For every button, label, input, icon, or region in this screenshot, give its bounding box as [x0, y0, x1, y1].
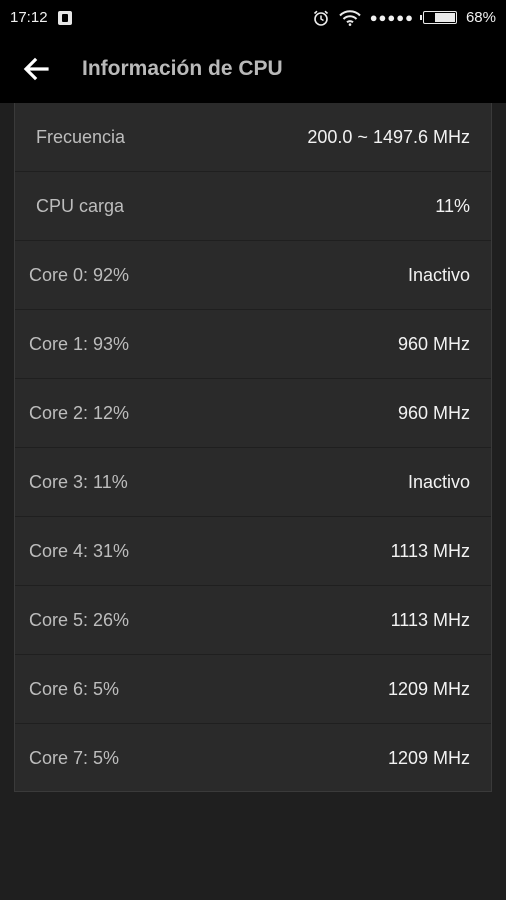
- battery-percent: 68%: [465, 9, 496, 26]
- arrow-left-icon: [23, 57, 49, 81]
- core-row: Core 5: 26% 1113 MHz: [15, 586, 491, 655]
- app-bar: Información de CPU: [0, 35, 506, 103]
- core-label: Core 6: 5%: [29, 678, 120, 699]
- cpu-load-label: CPU carga: [36, 195, 125, 216]
- battery-icon: [419, 11, 457, 24]
- wifi-icon: [338, 9, 361, 26]
- cpu-load-value: 11%: [435, 195, 470, 216]
- status-bar-left: 17:12: [10, 9, 72, 26]
- core-label: Core 3: 11%: [29, 471, 128, 492]
- core-row: Core 0: 92% Inactivo: [15, 241, 491, 310]
- frequency-value: 200.0 ~ 1497.6 MHz: [307, 126, 470, 147]
- core-label: Core 5: 26%: [29, 609, 130, 630]
- core-row: Core 7: 5% 1209 MHz: [15, 724, 491, 793]
- core-row: Core 4: 31% 1113 MHz: [15, 517, 491, 586]
- frequency-label: Frecuencia: [36, 126, 126, 147]
- status-bar-right: ●●●●● 68%: [312, 9, 496, 27]
- core-row: Core 3: 11% Inactivo: [15, 448, 491, 517]
- cpu-load-row: CPU carga 11%: [15, 172, 491, 241]
- core-value: Inactivo: [407, 264, 470, 285]
- page-title: Información de CPU: [82, 57, 283, 80]
- core-value: 1113 MHz: [390, 540, 470, 561]
- core-row: Core 2: 12% 960 MHz: [15, 379, 491, 448]
- status-bar: 17:12 ●●●●● 68%: [0, 0, 506, 35]
- status-time: 17:12: [10, 9, 48, 26]
- core-value: 1209 MHz: [387, 678, 470, 699]
- cpu-info-card: Frecuencia 200.0 ~ 1497.6 MHz CPU carga …: [14, 103, 492, 792]
- core-label: Core 0: 92%: [29, 264, 130, 285]
- core-label: Core 2: 12%: [29, 402, 130, 423]
- core-value: 960 MHz: [397, 402, 470, 423]
- back-button[interactable]: [6, 35, 66, 103]
- alarm-icon: [313, 10, 328, 26]
- core-value: 1113 MHz: [390, 609, 470, 630]
- core-label: Core 4: 31%: [29, 540, 130, 561]
- core-label: Core 1: 93%: [29, 333, 130, 354]
- core-label: Core 7: 5%: [29, 748, 120, 768]
- core-row: Core 1: 93% 960 MHz: [15, 310, 491, 379]
- core-value: 960 MHz: [397, 333, 470, 354]
- signal-dots-icon: ●●●●●: [369, 10, 414, 25]
- core-value: 1209 MHz: [387, 748, 470, 768]
- app-notification-icon: [57, 10, 72, 25]
- core-value: Inactivo: [407, 471, 470, 492]
- frequency-row: Frecuencia 200.0 ~ 1497.6 MHz: [15, 103, 491, 172]
- battery-fill: [434, 13, 455, 22]
- core-row: Core 6: 5% 1209 MHz: [15, 655, 491, 724]
